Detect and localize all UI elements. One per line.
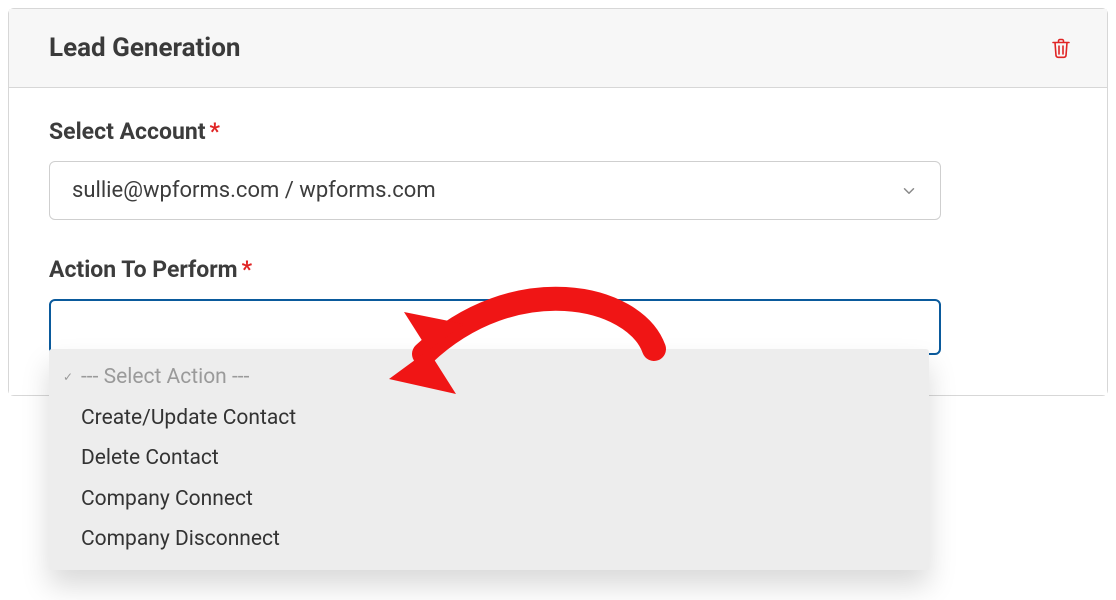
action-option-placeholder[interactable]: ✓ --- Select Action ---: [49, 357, 929, 398]
delete-integration-button[interactable]: [1049, 36, 1073, 60]
trash-icon: [1049, 36, 1073, 60]
integration-panel: Lead Generation Select Account* sullie@w…: [8, 8, 1108, 396]
action-dropdown-list: ✓ --- Select Action --- ✓ Create/Update …: [49, 349, 929, 570]
select-account-group: Select Account* sullie@wpforms.com / wpf…: [49, 118, 1067, 220]
select-account-label: Select Account*: [49, 118, 1067, 145]
panel-title: Lead Generation: [49, 33, 240, 63]
action-option-delete-contact[interactable]: ✓ Delete Contact: [49, 438, 929, 479]
action-option-company-disconnect[interactable]: ✓ Company Disconnect: [49, 519, 929, 560]
required-marker: *: [210, 118, 220, 145]
action-option-company-connect[interactable]: ✓ Company Connect: [49, 479, 929, 520]
panel-body: Select Account* sullie@wpforms.com / wpf…: [9, 88, 1107, 395]
action-to-perform-dropdown[interactable]: [49, 299, 941, 355]
select-account-value: sullie@wpforms.com / wpforms.com: [72, 178, 436, 203]
action-to-perform-label: Action To Perform*: [49, 256, 1067, 283]
panel-header: Lead Generation: [9, 9, 1107, 88]
action-to-perform-group: Action To Perform* ✓ --- Select Action -…: [49, 256, 1067, 355]
action-option-create-update-contact[interactable]: ✓ Create/Update Contact: [49, 398, 929, 439]
select-account-dropdown[interactable]: sullie@wpforms.com / wpforms.com: [49, 161, 941, 220]
chevron-down-icon: [900, 182, 918, 200]
required-marker: *: [242, 256, 252, 283]
check-icon: ✓: [63, 368, 81, 387]
